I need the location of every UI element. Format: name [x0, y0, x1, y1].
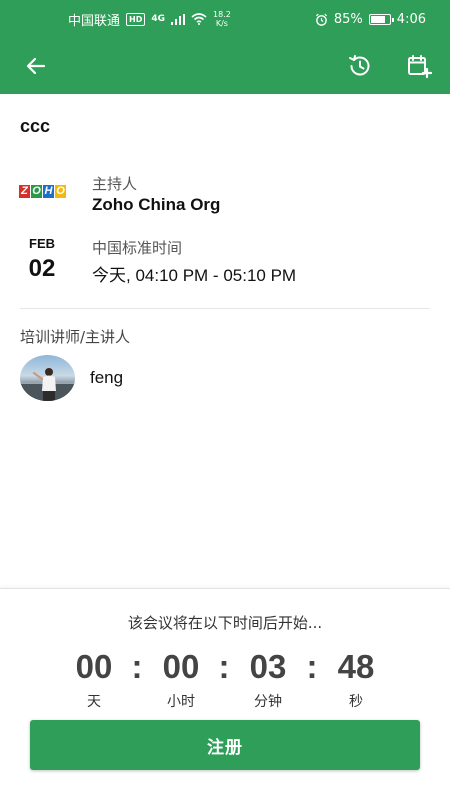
- app-bar: [0, 38, 450, 94]
- countdown-hours: 00: [162, 648, 200, 685]
- network-speed: 18.2 K/s: [213, 10, 231, 28]
- hd-badge: HD: [126, 12, 146, 26]
- countdown-caption: 该会议将在以下时间后开始...: [127, 614, 323, 632]
- register-button[interactable]: 注册: [30, 720, 420, 770]
- countdown-seconds-label: 秒: [349, 694, 363, 710]
- calendar-add-icon[interactable]: [405, 52, 433, 80]
- speakers-label: 培训讲师/主讲人: [20, 328, 131, 346]
- countdown-separator: :: [306, 648, 318, 685]
- countdown-hours-label: 小时: [167, 694, 195, 710]
- countdown-days: 00: [75, 648, 113, 685]
- host-name: Zoho China Org: [92, 195, 221, 214]
- event-title: ccc: [20, 116, 51, 136]
- host-label: 主持人: [92, 175, 138, 193]
- logo-letter: Z: [19, 185, 30, 198]
- alarm-icon: [315, 13, 327, 26]
- divider: [20, 308, 430, 309]
- history-icon[interactable]: [346, 52, 374, 80]
- signal-icon: [171, 13, 186, 25]
- back-arrow-icon[interactable]: [22, 52, 50, 80]
- battery-level: [370, 15, 385, 23]
- wifi-icon: [191, 13, 207, 25]
- countdown-minutes: 03: [249, 648, 287, 685]
- date-day: 02: [28, 255, 56, 282]
- speaker-name: feng: [90, 368, 124, 387]
- countdown-separator: :: [218, 648, 230, 685]
- countdown-seconds: 48: [337, 648, 375, 685]
- carrier-label: 中国联通: [68, 13, 121, 29]
- battery-icon: [368, 13, 394, 25]
- clock: 4:06: [396, 11, 426, 27]
- date-month: FEB: [29, 236, 55, 251]
- speaker-avatar[interactable]: [20, 355, 75, 401]
- battery-percent: 85%: [333, 11, 363, 27]
- zoho-logo: Z O H O: [19, 185, 66, 198]
- network-type: 4G: [151, 14, 166, 24]
- speed-value: 18.2: [213, 10, 231, 19]
- countdown-minutes-label: 分钟: [254, 694, 282, 710]
- logo-letter: O: [55, 185, 66, 198]
- countdown-separator: :: [131, 648, 143, 685]
- countdown-days-label: 天: [87, 694, 101, 710]
- speed-unit: K/s: [215, 19, 228, 28]
- status-bar: 中国联通 HD 4G 18.2 K/s 85% 4:06: [0, 0, 450, 38]
- time-range: 今天, 04:10 PM - 05:10 PM: [92, 266, 297, 285]
- logo-letter: H: [43, 185, 54, 198]
- timezone-label: 中国标准时间: [92, 239, 183, 257]
- logo-letter: O: [31, 185, 42, 198]
